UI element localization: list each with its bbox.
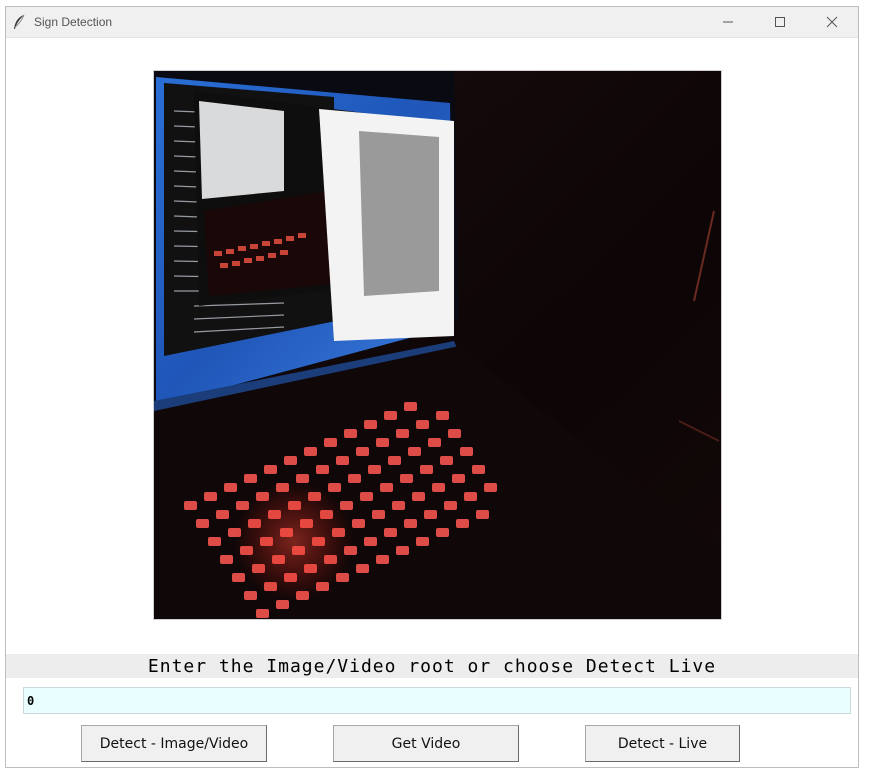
- prompt-label: Enter the Image/Video root or choose Det…: [6, 654, 858, 678]
- keyboard-key: [204, 492, 217, 501]
- keyboard-key: [412, 492, 425, 501]
- keyboard-key: [368, 465, 381, 474]
- keyboard-key: [460, 447, 473, 456]
- keyboard-key: [404, 519, 417, 528]
- keyboard-key: [376, 438, 389, 447]
- keyboard-key: [424, 510, 437, 519]
- keyboard-key: [244, 591, 257, 600]
- keyboard-key: [400, 474, 413, 483]
- keyboard-key: [396, 429, 409, 438]
- keyboard-key: [416, 420, 429, 429]
- keyboard-key: [336, 456, 349, 465]
- keyboard-key: [244, 474, 257, 483]
- keyboard-key: [428, 438, 441, 447]
- keyboard-key: [264, 465, 277, 474]
- keyboard-key: [348, 474, 361, 483]
- keyboard-key: [372, 510, 385, 519]
- keyboard-key: [380, 483, 393, 492]
- keyboard-key: [388, 456, 401, 465]
- window-controls: [702, 7, 858, 37]
- feather-icon: [14, 14, 25, 29]
- keyboard-key: [208, 537, 221, 546]
- keyboard-key: [364, 537, 377, 546]
- keyboard-key: [376, 555, 389, 564]
- keyboard-key: [364, 420, 377, 429]
- keyboard-key: [384, 411, 397, 420]
- minimize-button[interactable]: [702, 7, 754, 37]
- keyboard-key: [464, 492, 477, 501]
- keyboard-key: [328, 483, 341, 492]
- keyboard-key: [436, 528, 449, 537]
- maximize-button[interactable]: [754, 7, 806, 37]
- camera-preview: [153, 70, 722, 620]
- keyboard-key: [392, 501, 405, 510]
- camera-preview-image: [154, 71, 721, 619]
- detect-live-button[interactable]: Detect - Live: [585, 725, 740, 762]
- keyboard-key: [484, 483, 497, 492]
- keyboard-key: [432, 483, 445, 492]
- keyboard-key: [404, 402, 417, 411]
- keyboard-key: [344, 429, 357, 438]
- keyboard-key: [396, 546, 409, 555]
- keyboard-key: [476, 510, 489, 519]
- keyboard-key: [408, 447, 421, 456]
- app-window: Sign Detection Enter the Image/Video roo…: [5, 6, 859, 768]
- keyboard-key: [220, 555, 233, 564]
- keyboard-key: [444, 501, 457, 510]
- keyboard-key: [472, 465, 485, 474]
- keyboard-key: [416, 537, 429, 546]
- title-bar[interactable]: Sign Detection: [6, 7, 858, 38]
- keyboard-key: [352, 519, 365, 528]
- keyboard-key: [256, 609, 269, 618]
- keyboard-key: [196, 519, 209, 528]
- keyboard-key: [420, 465, 433, 474]
- keyboard-key: [216, 510, 229, 519]
- keyboard-key: [440, 456, 453, 465]
- close-button[interactable]: [806, 7, 858, 37]
- keyboard-key: [324, 438, 337, 447]
- keyboard-key: [452, 474, 465, 483]
- keyboard-key: [356, 447, 369, 456]
- minimize-icon: [723, 21, 733, 23]
- keyboard-key: [360, 492, 373, 501]
- keyboard-key: [436, 411, 449, 420]
- keyboard-key: [276, 600, 289, 609]
- close-icon: [826, 16, 838, 28]
- keyboard-key: [384, 528, 397, 537]
- window-title: Sign Detection: [34, 15, 113, 29]
- keyboard-key: [316, 465, 329, 474]
- keyboard-key: [224, 483, 237, 492]
- keyboard-key: [232, 573, 245, 582]
- keyboard-key: [284, 456, 297, 465]
- get-video-button[interactable]: Get Video: [333, 725, 519, 762]
- keyboard-key: [456, 519, 469, 528]
- detect-image-video-button[interactable]: Detect - Image/Video: [81, 725, 267, 762]
- keyboard-key: [304, 447, 317, 456]
- keyboard-key: [448, 429, 461, 438]
- keyboard-key: [356, 564, 369, 573]
- maximize-icon: [775, 17, 785, 27]
- path-input[interactable]: [23, 687, 851, 714]
- keyboard-key: [184, 501, 197, 510]
